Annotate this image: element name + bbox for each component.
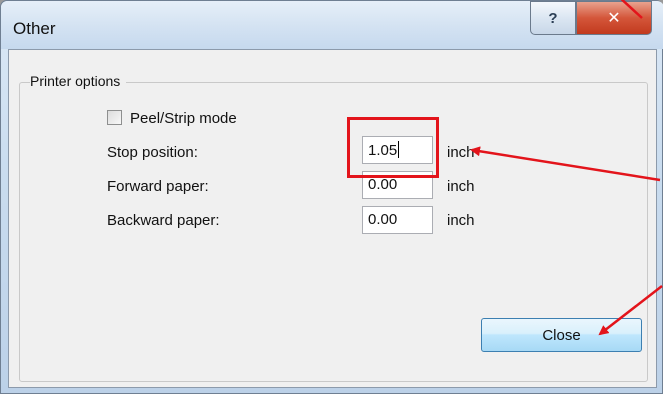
arrow-to-unit (470, 146, 661, 182)
arrow-top-right (620, 0, 643, 19)
arrow-to-close (598, 285, 663, 336)
annotation-arrows (470, 0, 663, 336)
